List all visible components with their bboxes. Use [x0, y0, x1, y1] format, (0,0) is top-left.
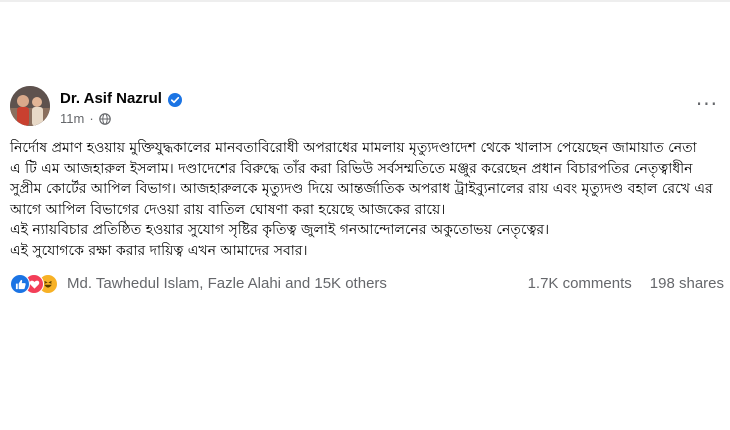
- like-icon: [10, 274, 30, 294]
- meta-separator: ·: [89, 111, 94, 126]
- post-meta: 11m ·: [60, 111, 111, 126]
- post-text-line: নির্দোষ প্রমাণ হওয়ায় মুক্তিযুদ্ধকালের …: [10, 140, 697, 156]
- post-header: Dr. Asif Nazrul 11m · ···: [10, 86, 720, 130]
- author-name[interactable]: Dr. Asif Nazrul: [60, 90, 162, 107]
- author-row: Dr. Asif Nazrul: [60, 90, 182, 107]
- reaction-icons[interactable]: [10, 274, 64, 294]
- post-body: নির্দোষ প্রমাণ হওয়ায় মুক্তিযুদ্ধকালের …: [10, 138, 722, 261]
- post-text-line: এই সুযোগকে রক্ষা করার দায়িত্ব এখন আমাদে…: [10, 242, 308, 259]
- post-timestamp[interactable]: 11m: [60, 111, 84, 126]
- post-text-line: এ টি এম আজহারুল ইসলাম। দণ্ডাদেশের বিরুদ্…: [10, 160, 693, 177]
- post-text-line: আগে আপিল বিভাগের দেওয়া রায় বাতিল ঘোষণা…: [10, 201, 446, 218]
- reactors-summary[interactable]: Md. Tawhedul Islam, Fazle Alahi and 15K …: [67, 275, 387, 292]
- post-text-line: সুপ্রীম কোর্টের আপিল বিভাগ। আজহারুলকে মৃ…: [10, 181, 713, 197]
- top-divider: [0, 0, 730, 2]
- globe-icon[interactable]: [98, 112, 111, 125]
- shares-count[interactable]: 198 shares: [650, 275, 724, 292]
- post-footer: Md. Tawhedul Islam, Fazle Alahi and 15K …: [10, 272, 724, 298]
- engagement-counts: 1.7K comments 198 shares: [528, 275, 724, 292]
- verified-badge-icon: [167, 92, 182, 107]
- post-text-line: এই ন্যায়বিচার প্রতিষ্ঠিত হওয়ার সুযোগ স…: [10, 222, 550, 238]
- avatar[interactable]: [10, 86, 50, 126]
- more-options-button[interactable]: ···: [696, 92, 718, 116]
- comments-count[interactable]: 1.7K comments: [528, 275, 632, 292]
